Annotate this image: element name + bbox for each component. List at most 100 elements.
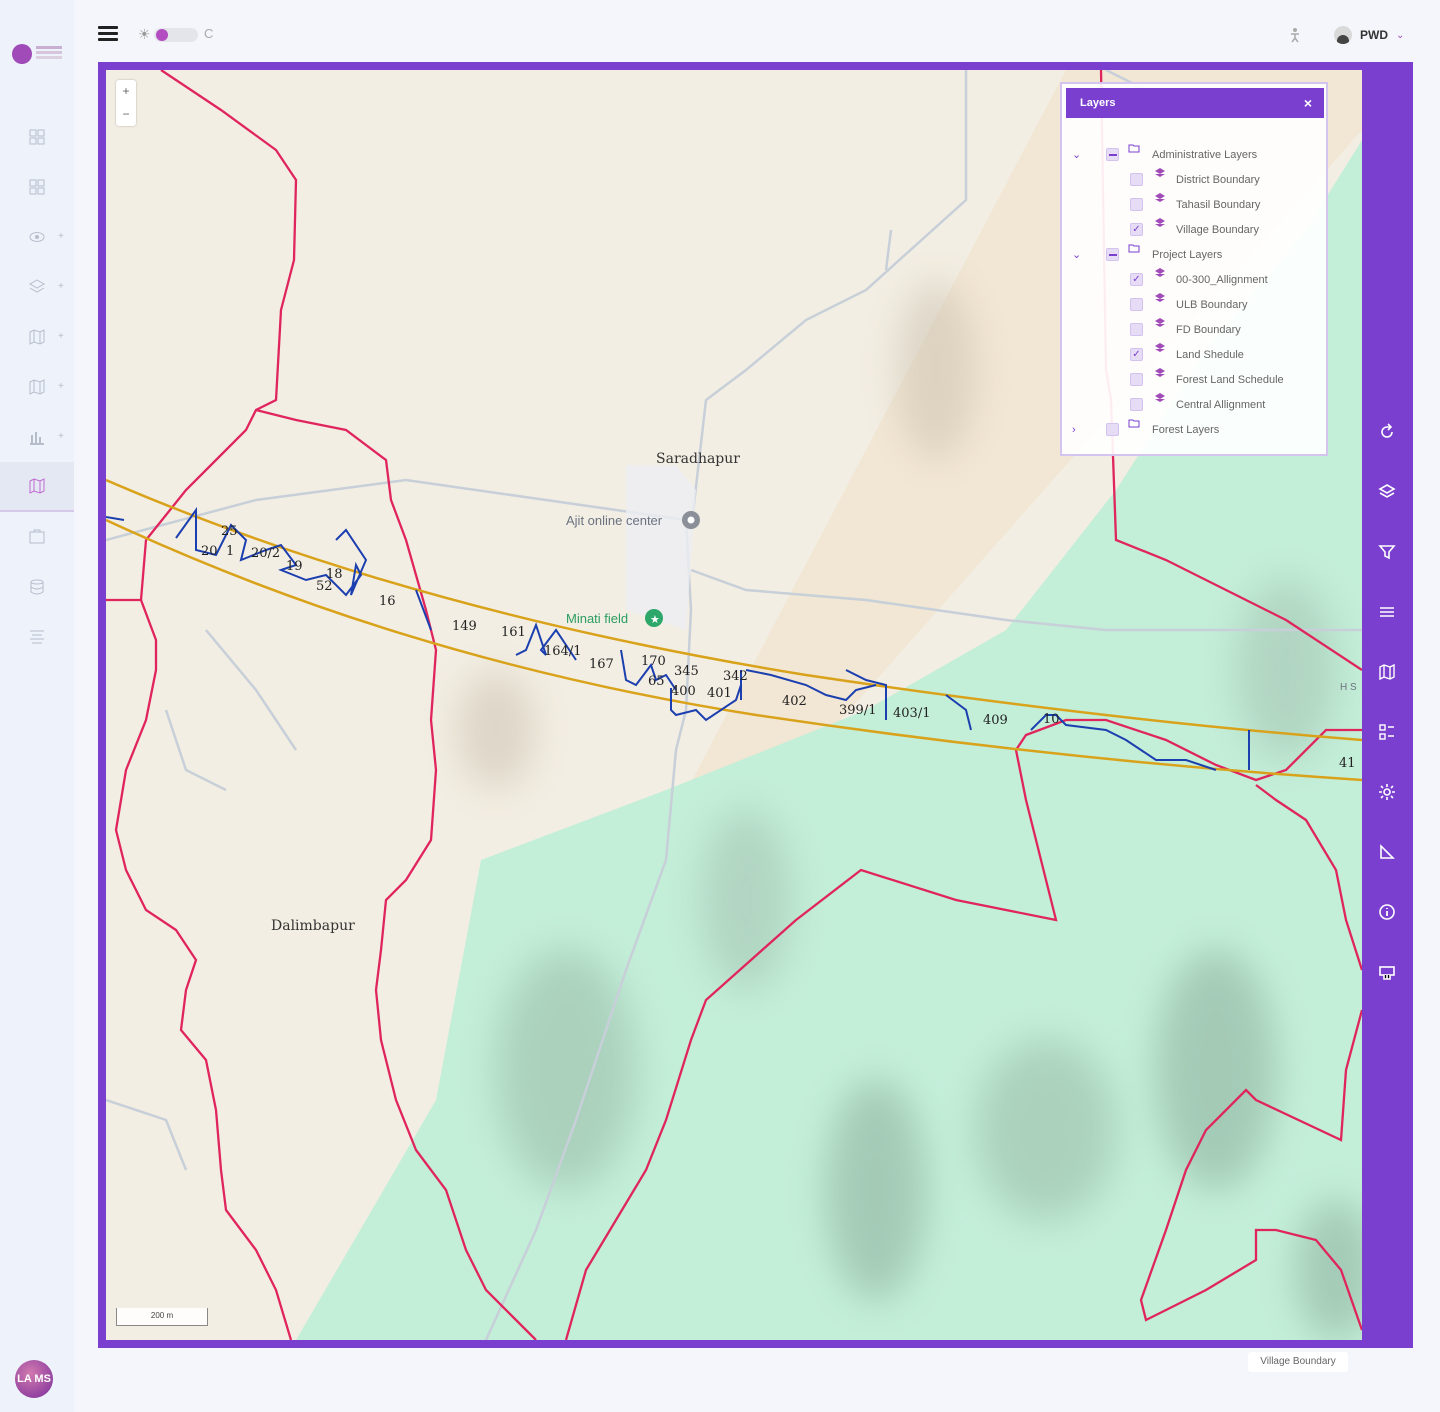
layer-item-alignment[interactable]: ✓ 00-300_Allignment <box>1062 267 1330 292</box>
theme-toggle[interactable] <box>154 28 198 42</box>
app-logo[interactable] <box>10 40 62 68</box>
user-menu[interactable]: PWD ⌄ <box>1334 26 1404 44</box>
layer-item-fd-boundary[interactable]: FD Boundary <box>1062 317 1330 342</box>
close-icon[interactable]: × <box>1304 88 1312 118</box>
zoom-control: + − <box>116 80 136 126</box>
nav-database[interactable] <box>0 562 74 612</box>
stack-icon <box>29 279 45 295</box>
layer-checkbox-checked[interactable]: ✓ <box>1130 223 1143 236</box>
nav-dashboard[interactable] <box>0 112 74 162</box>
refresh-icon[interactable] <box>1376 421 1398 443</box>
dashboard-icon <box>29 129 45 145</box>
layer-item-land-shedule[interactable]: ✓ Land Shedule <box>1062 342 1330 367</box>
layer-item-district-boundary[interactable]: District Boundary <box>1062 167 1330 192</box>
layers-icon[interactable] <box>1376 481 1398 503</box>
group-checkbox[interactable] <box>1106 423 1119 436</box>
layer-icon <box>1155 293 1165 302</box>
layer-label: Central Allignment <box>1176 398 1266 411</box>
nav-view[interactable]: + <box>0 212 74 262</box>
parcel-label: 403/1 <box>893 706 930 721</box>
group-checkbox[interactable] <box>1106 248 1119 261</box>
layer-group-label: Forest Layers <box>1152 423 1220 436</box>
nav-settings[interactable] <box>0 612 74 662</box>
nav-overview[interactable] <box>0 162 74 212</box>
layer-icon <box>1155 368 1165 377</box>
zoom-out-button[interactable]: − <box>116 103 136 126</box>
layer-item-village-boundary[interactable]: ✓ Village Boundary <box>1062 217 1330 242</box>
left-sidebar: + + + + + LA MS <box>0 0 74 1412</box>
nav-gis-map[interactable] <box>0 462 74 512</box>
poi-minati-field[interactable]: Minati field <box>566 611 628 626</box>
nav-maps-2[interactable]: + <box>0 362 74 412</box>
eye-icon <box>29 229 45 245</box>
map-icon <box>29 478 45 494</box>
print-icon[interactable] <box>1376 961 1398 983</box>
layers-panel: Layers × ⌄ Administrative Layers Distric… <box>1060 82 1328 456</box>
svg-text:★: ★ <box>650 614 660 626</box>
parcel-label: 161 <box>501 625 526 640</box>
layer-label: FD Boundary <box>1176 323 1241 336</box>
parcel-label: 167 <box>589 657 614 672</box>
parcel-label: 18 <box>326 567 343 582</box>
layer-label: District Boundary <box>1176 173 1260 186</box>
layer-group-administrative[interactable]: ⌄ Administrative Layers <box>1062 142 1330 167</box>
layers-panel-title: Layers <box>1080 97 1116 109</box>
layer-icon <box>1155 268 1165 277</box>
accessibility-icon[interactable] <box>1287 27 1303 43</box>
filter-icon[interactable] <box>1376 541 1398 563</box>
poi-ajit-online-center[interactable]: Ajit online center <box>566 513 663 528</box>
parcel-label: 399/1 <box>839 703 876 718</box>
layer-item-ulb-boundary[interactable]: ULB Boundary <box>1062 292 1330 317</box>
layer-checkbox[interactable] <box>1130 398 1143 411</box>
layers-panel-header: Layers × <box>1066 88 1324 118</box>
chevron-down-icon[interactable]: ⌄ <box>1072 248 1081 261</box>
layer-group-project[interactable]: ⌄ Project Layers <box>1062 242 1330 267</box>
map-canvas[interactable]: 25 20 1 20/2 19 52 18 16 149 161 164/1 1… <box>106 70 1362 1340</box>
layer-group-forest[interactable]: › Forest Layers <box>1062 417 1330 442</box>
layer-checkbox[interactable] <box>1130 298 1143 311</box>
nav-reports[interactable]: + <box>0 412 74 462</box>
parcel-label: 409 <box>983 713 1008 728</box>
layer-checkbox-checked[interactable]: ✓ <box>1130 273 1143 286</box>
layer-checkbox-checked[interactable]: ✓ <box>1130 348 1143 361</box>
user-avatar <box>1334 26 1352 44</box>
group-checkbox[interactable] <box>1106 148 1119 161</box>
map-icon <box>29 379 45 395</box>
layer-icon <box>1155 218 1165 227</box>
nav-layers[interactable]: + <box>0 262 74 312</box>
menu-icon[interactable] <box>98 26 118 42</box>
database-icon <box>29 579 45 595</box>
folder-icon <box>29 529 45 545</box>
settings-icon[interactable] <box>1376 781 1398 803</box>
layer-label: Tahasil Boundary <box>1176 198 1261 211</box>
nav-maps[interactable]: + <box>0 312 74 362</box>
measure-icon[interactable] <box>1376 841 1398 863</box>
zoom-in-button[interactable]: + <box>116 80 136 103</box>
layer-checkbox[interactable] <box>1130 198 1143 211</box>
chevron-down-icon[interactable]: ⌄ <box>1072 148 1081 161</box>
sun-icon: ☀ <box>138 26 151 42</box>
parcel-label: 65 <box>648 674 665 689</box>
active-layer-chip[interactable]: Village Boundary <box>1248 1352 1348 1372</box>
info-icon[interactable] <box>1376 901 1398 923</box>
layer-item-tahasil-boundary[interactable]: Tahasil Boundary <box>1062 192 1330 217</box>
table-icon[interactable] <box>1376 601 1398 623</box>
list-icon[interactable] <box>1376 721 1398 743</box>
chevron-right-icon[interactable]: › <box>1072 424 1076 436</box>
folder-icon <box>1128 144 1140 153</box>
map-icon <box>29 329 45 345</box>
layer-checkbox[interactable] <box>1130 323 1143 336</box>
nav-documents[interactable] <box>0 512 74 562</box>
parcel-label: 20 <box>201 544 218 559</box>
layer-item-central-alignment[interactable]: Central Allignment <box>1062 392 1330 417</box>
layer-item-forest-land-schedule[interactable]: Forest Land Schedule <box>1062 367 1330 392</box>
layer-checkbox[interactable] <box>1130 173 1143 186</box>
layer-label: 00-300_Allignment <box>1176 273 1268 286</box>
map-icon[interactable] <box>1376 661 1398 683</box>
layer-checkbox[interactable] <box>1130 373 1143 386</box>
app-avatar[interactable]: LA MS <box>15 1360 53 1398</box>
parcel-label: 20/2 <box>251 546 280 561</box>
expand-icon: + <box>58 431 64 442</box>
layer-group-label: Project Layers <box>1152 248 1223 261</box>
sliders-icon <box>29 629 45 645</box>
